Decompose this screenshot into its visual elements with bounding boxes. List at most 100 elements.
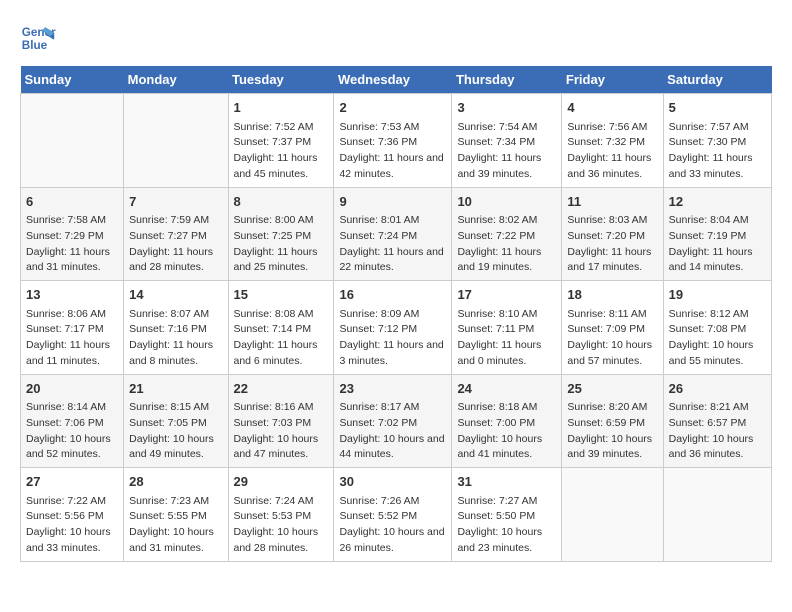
- calendar-week-row: 1Sunrise: 7:52 AMSunset: 7:37 PMDaylight…: [21, 94, 772, 188]
- calendar-cell: 10Sunrise: 8:02 AMSunset: 7:22 PMDayligh…: [452, 187, 562, 281]
- day-info: Sunrise: 8:18 AMSunset: 7:00 PMDaylight:…: [457, 400, 556, 463]
- logo-icon: General Blue: [20, 20, 56, 56]
- day-info: Sunrise: 7:27 AMSunset: 5:50 PMDaylight:…: [457, 494, 556, 557]
- day-number: 2: [339, 98, 446, 118]
- day-info: Sunrise: 8:09 AMSunset: 7:12 PMDaylight:…: [339, 307, 446, 370]
- day-info: Sunrise: 7:58 AMSunset: 7:29 PMDaylight:…: [26, 213, 118, 276]
- day-info: Sunrise: 8:06 AMSunset: 7:17 PMDaylight:…: [26, 307, 118, 370]
- day-info: Sunrise: 7:57 AMSunset: 7:30 PMDaylight:…: [669, 120, 766, 183]
- calendar-cell: [562, 468, 663, 562]
- day-info: Sunrise: 8:15 AMSunset: 7:05 PMDaylight:…: [129, 400, 222, 463]
- calendar-cell: 4Sunrise: 7:56 AMSunset: 7:32 PMDaylight…: [562, 94, 663, 188]
- day-info: Sunrise: 7:22 AMSunset: 5:56 PMDaylight:…: [26, 494, 118, 557]
- day-info: Sunrise: 8:01 AMSunset: 7:24 PMDaylight:…: [339, 213, 446, 276]
- calendar-week-row: 27Sunrise: 7:22 AMSunset: 5:56 PMDayligh…: [21, 468, 772, 562]
- day-info: Sunrise: 8:14 AMSunset: 7:06 PMDaylight:…: [26, 400, 118, 463]
- calendar-cell: 17Sunrise: 8:10 AMSunset: 7:11 PMDayligh…: [452, 281, 562, 375]
- day-number: 15: [234, 285, 329, 305]
- calendar-cell: 9Sunrise: 8:01 AMSunset: 7:24 PMDaylight…: [334, 187, 452, 281]
- day-number: 14: [129, 285, 222, 305]
- day-info: Sunrise: 8:17 AMSunset: 7:02 PMDaylight:…: [339, 400, 446, 463]
- calendar-cell: 18Sunrise: 8:11 AMSunset: 7:09 PMDayligh…: [562, 281, 663, 375]
- day-number: 26: [669, 379, 766, 399]
- calendar-header-row: SundayMondayTuesdayWednesdayThursdayFrid…: [21, 66, 772, 94]
- calendar-cell: 5Sunrise: 7:57 AMSunset: 7:30 PMDaylight…: [663, 94, 771, 188]
- day-number: 21: [129, 379, 222, 399]
- calendar-cell: [124, 94, 228, 188]
- calendar-cell: 12Sunrise: 8:04 AMSunset: 7:19 PMDayligh…: [663, 187, 771, 281]
- day-number: 31: [457, 472, 556, 492]
- day-info: Sunrise: 7:54 AMSunset: 7:34 PMDaylight:…: [457, 120, 556, 183]
- calendar-cell: 23Sunrise: 8:17 AMSunset: 7:02 PMDayligh…: [334, 374, 452, 468]
- day-number: 9: [339, 192, 446, 212]
- calendar-cell: [663, 468, 771, 562]
- day-info: Sunrise: 7:24 AMSunset: 5:53 PMDaylight:…: [234, 494, 329, 557]
- calendar-cell: 22Sunrise: 8:16 AMSunset: 7:03 PMDayligh…: [228, 374, 334, 468]
- column-header-friday: Friday: [562, 66, 663, 94]
- column-header-wednesday: Wednesday: [334, 66, 452, 94]
- day-number: 8: [234, 192, 329, 212]
- day-number: 25: [567, 379, 657, 399]
- calendar-cell: 30Sunrise: 7:26 AMSunset: 5:52 PMDayligh…: [334, 468, 452, 562]
- day-number: 10: [457, 192, 556, 212]
- day-number: 18: [567, 285, 657, 305]
- day-number: 17: [457, 285, 556, 305]
- calendar-cell: [21, 94, 124, 188]
- day-info: Sunrise: 8:10 AMSunset: 7:11 PMDaylight:…: [457, 307, 556, 370]
- calendar-cell: 3Sunrise: 7:54 AMSunset: 7:34 PMDaylight…: [452, 94, 562, 188]
- calendar-cell: 24Sunrise: 8:18 AMSunset: 7:00 PMDayligh…: [452, 374, 562, 468]
- day-number: 6: [26, 192, 118, 212]
- day-info: Sunrise: 8:02 AMSunset: 7:22 PMDaylight:…: [457, 213, 556, 276]
- calendar-cell: 19Sunrise: 8:12 AMSunset: 7:08 PMDayligh…: [663, 281, 771, 375]
- day-info: Sunrise: 7:26 AMSunset: 5:52 PMDaylight:…: [339, 494, 446, 557]
- column-header-monday: Monday: [124, 66, 228, 94]
- calendar-cell: 21Sunrise: 8:15 AMSunset: 7:05 PMDayligh…: [124, 374, 228, 468]
- day-number: 27: [26, 472, 118, 492]
- day-info: Sunrise: 7:52 AMSunset: 7:37 PMDaylight:…: [234, 120, 329, 183]
- calendar-cell: 8Sunrise: 8:00 AMSunset: 7:25 PMDaylight…: [228, 187, 334, 281]
- day-number: 24: [457, 379, 556, 399]
- calendar-table: SundayMondayTuesdayWednesdayThursdayFrid…: [20, 66, 772, 562]
- calendar-cell: 2Sunrise: 7:53 AMSunset: 7:36 PMDaylight…: [334, 94, 452, 188]
- day-number: 12: [669, 192, 766, 212]
- calendar-cell: 29Sunrise: 7:24 AMSunset: 5:53 PMDayligh…: [228, 468, 334, 562]
- day-info: Sunrise: 8:07 AMSunset: 7:16 PMDaylight:…: [129, 307, 222, 370]
- day-number: 11: [567, 192, 657, 212]
- day-number: 19: [669, 285, 766, 305]
- day-info: Sunrise: 8:03 AMSunset: 7:20 PMDaylight:…: [567, 213, 657, 276]
- day-number: 20: [26, 379, 118, 399]
- day-number: 1: [234, 98, 329, 118]
- day-info: Sunrise: 7:59 AMSunset: 7:27 PMDaylight:…: [129, 213, 222, 276]
- day-info: Sunrise: 8:04 AMSunset: 7:19 PMDaylight:…: [669, 213, 766, 276]
- calendar-cell: 6Sunrise: 7:58 AMSunset: 7:29 PMDaylight…: [21, 187, 124, 281]
- day-number: 22: [234, 379, 329, 399]
- logo: General Blue: [20, 20, 60, 56]
- calendar-cell: 11Sunrise: 8:03 AMSunset: 7:20 PMDayligh…: [562, 187, 663, 281]
- day-number: 30: [339, 472, 446, 492]
- calendar-cell: 31Sunrise: 7:27 AMSunset: 5:50 PMDayligh…: [452, 468, 562, 562]
- day-info: Sunrise: 8:12 AMSunset: 7:08 PMDaylight:…: [669, 307, 766, 370]
- day-info: Sunrise: 8:08 AMSunset: 7:14 PMDaylight:…: [234, 307, 329, 370]
- column-header-tuesday: Tuesday: [228, 66, 334, 94]
- day-number: 4: [567, 98, 657, 118]
- day-info: Sunrise: 8:16 AMSunset: 7:03 PMDaylight:…: [234, 400, 329, 463]
- day-number: 29: [234, 472, 329, 492]
- calendar-cell: 16Sunrise: 8:09 AMSunset: 7:12 PMDayligh…: [334, 281, 452, 375]
- day-number: 13: [26, 285, 118, 305]
- day-info: Sunrise: 8:11 AMSunset: 7:09 PMDaylight:…: [567, 307, 657, 370]
- day-number: 23: [339, 379, 446, 399]
- day-info: Sunrise: 7:23 AMSunset: 5:55 PMDaylight:…: [129, 494, 222, 557]
- calendar-cell: 14Sunrise: 8:07 AMSunset: 7:16 PMDayligh…: [124, 281, 228, 375]
- calendar-cell: 27Sunrise: 7:22 AMSunset: 5:56 PMDayligh…: [21, 468, 124, 562]
- calendar-cell: 13Sunrise: 8:06 AMSunset: 7:17 PMDayligh…: [21, 281, 124, 375]
- column-header-sunday: Sunday: [21, 66, 124, 94]
- calendar-week-row: 13Sunrise: 8:06 AMSunset: 7:17 PMDayligh…: [21, 281, 772, 375]
- calendar-cell: 26Sunrise: 8:21 AMSunset: 6:57 PMDayligh…: [663, 374, 771, 468]
- column-header-saturday: Saturday: [663, 66, 771, 94]
- day-info: Sunrise: 8:00 AMSunset: 7:25 PMDaylight:…: [234, 213, 329, 276]
- calendar-cell: 1Sunrise: 7:52 AMSunset: 7:37 PMDaylight…: [228, 94, 334, 188]
- calendar-cell: 7Sunrise: 7:59 AMSunset: 7:27 PMDaylight…: [124, 187, 228, 281]
- calendar-cell: 28Sunrise: 7:23 AMSunset: 5:55 PMDayligh…: [124, 468, 228, 562]
- column-header-thursday: Thursday: [452, 66, 562, 94]
- calendar-week-row: 20Sunrise: 8:14 AMSunset: 7:06 PMDayligh…: [21, 374, 772, 468]
